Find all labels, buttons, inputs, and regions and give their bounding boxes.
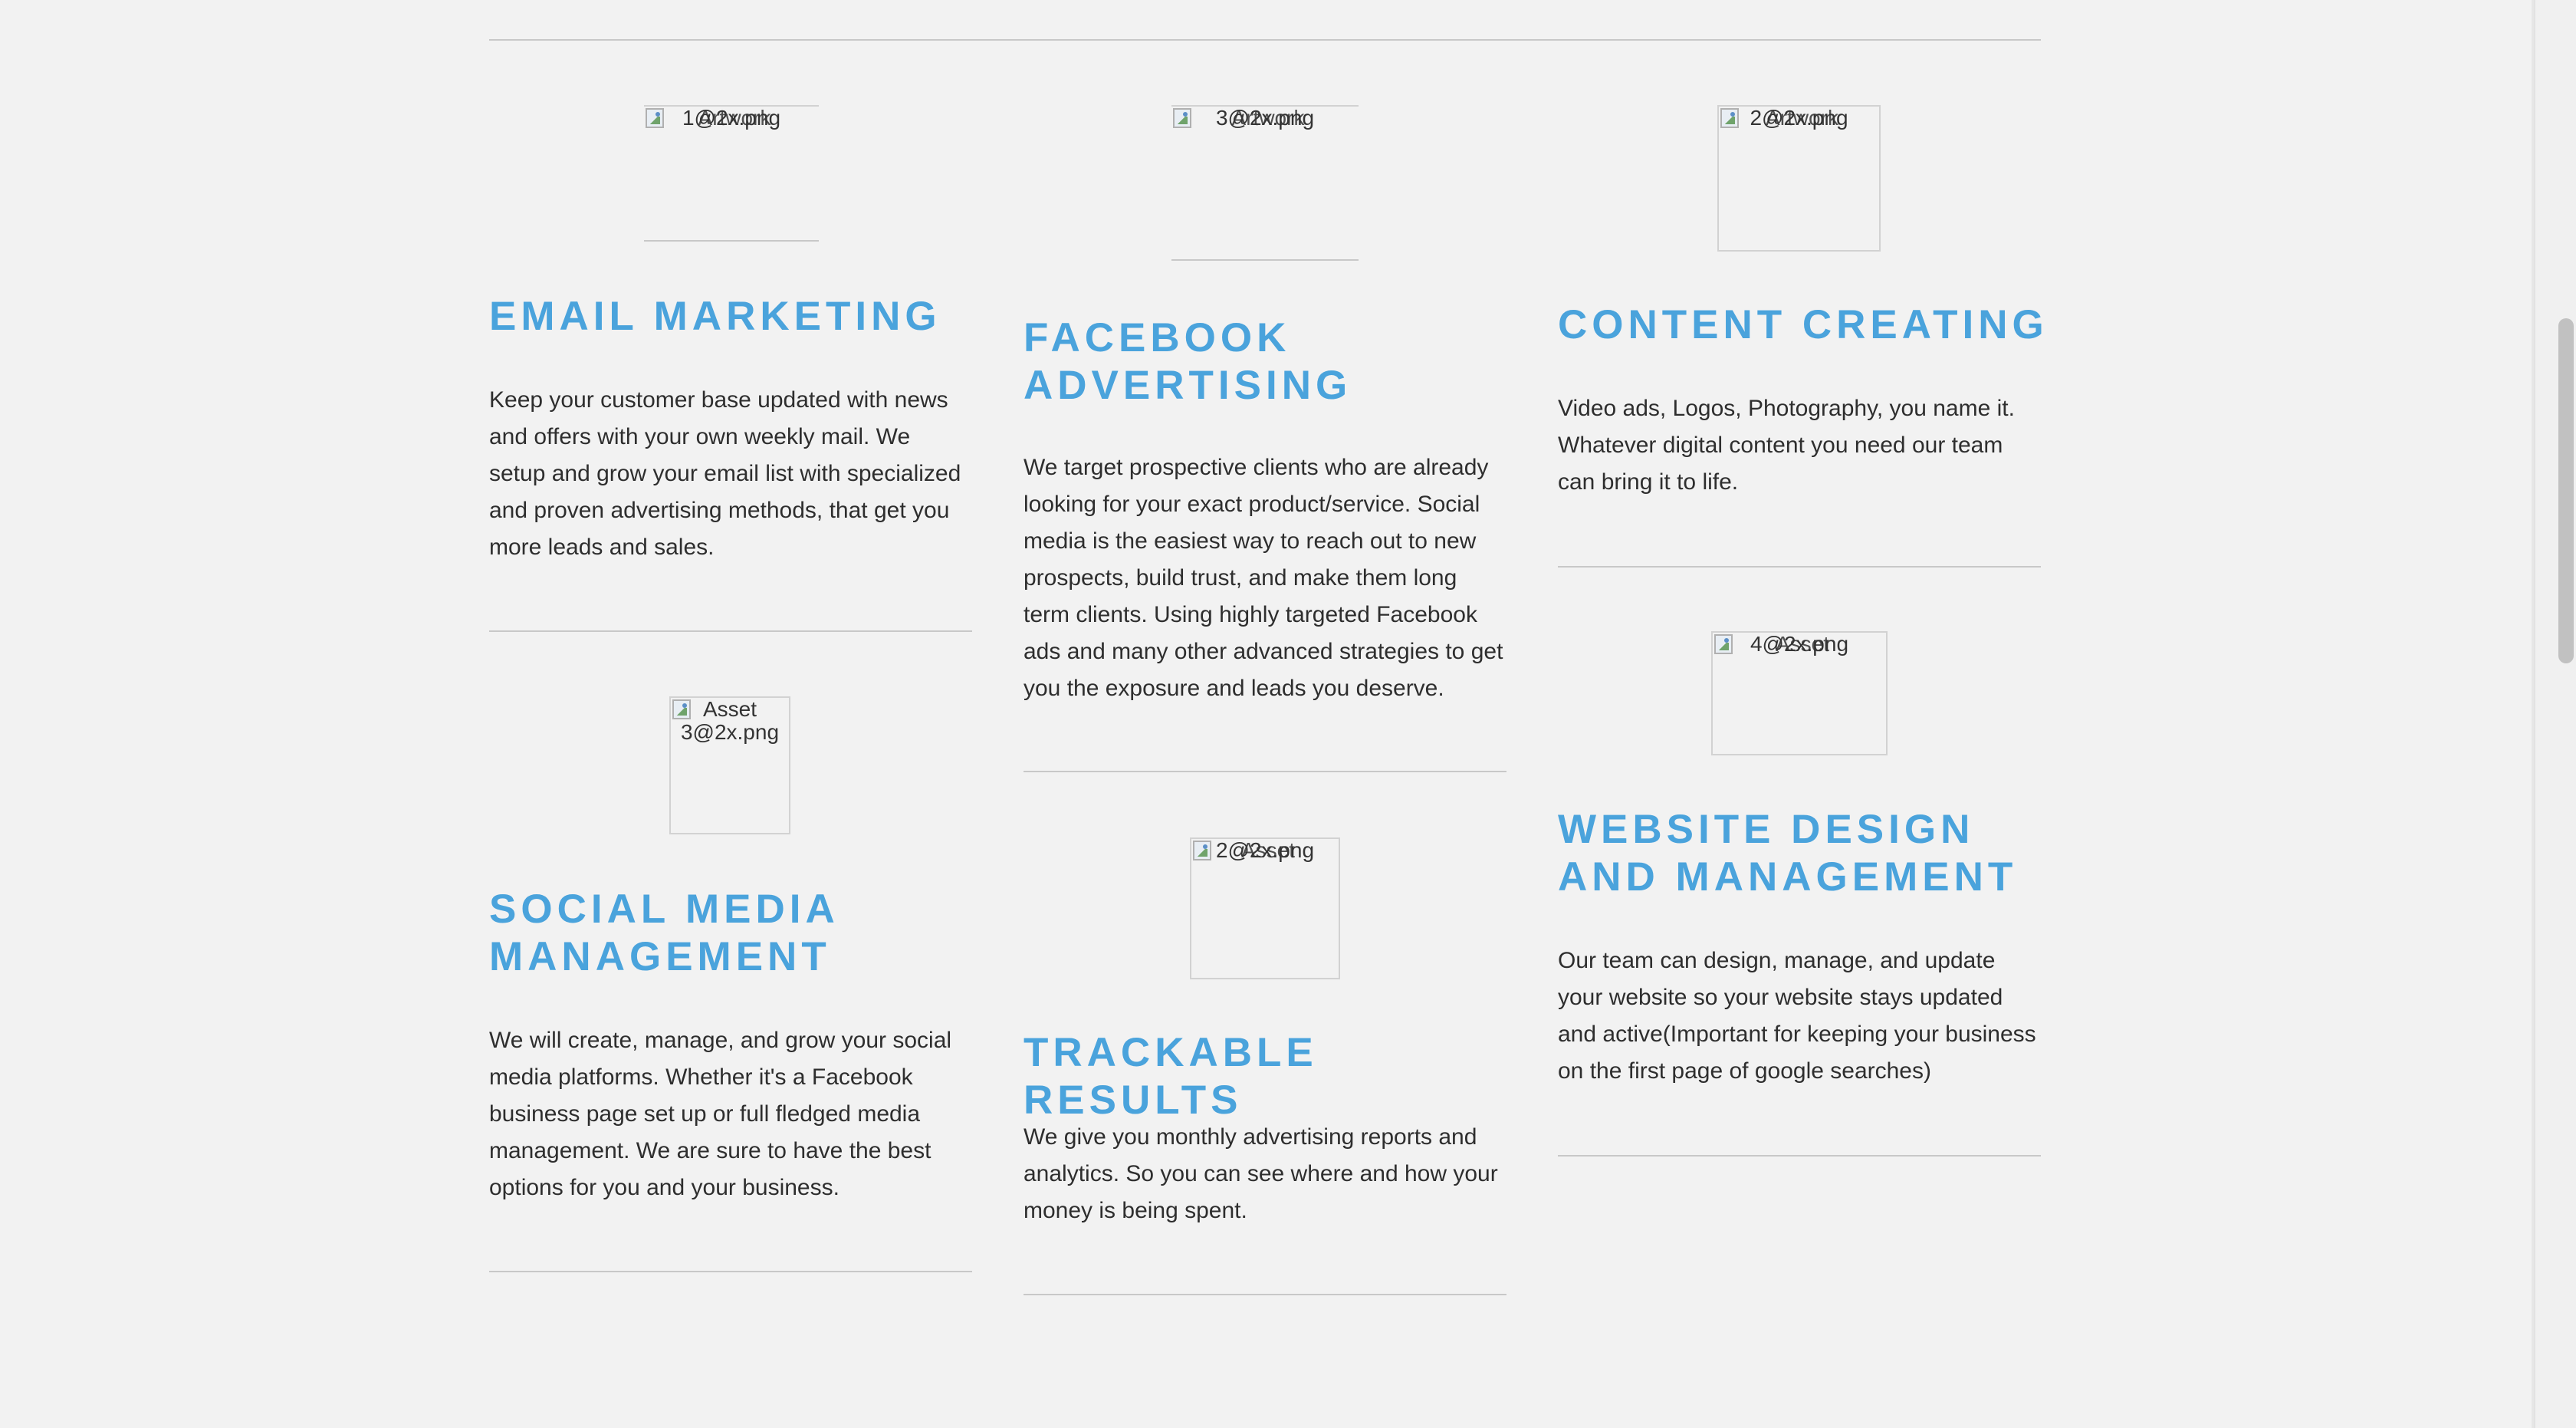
social-media-description: We will create, manage, and grow your so… bbox=[489, 1028, 952, 1200]
website-design-title: WEBSITE DESIGN AND MANAGEMENT bbox=[1558, 807, 2018, 900]
email-marketing-title: EMAIL MARKETING bbox=[489, 294, 941, 339]
card-divider bbox=[1024, 1294, 1506, 1295]
scrollbar-thumb[interactable] bbox=[2558, 318, 2574, 663]
social-media-title: SOCIAL MEDIA MANAGEMENT bbox=[489, 887, 838, 979]
content-service-image: 2@2x.png Artwork bbox=[1717, 105, 1881, 252]
facebook-advertising-description: We target prospective clients who are al… bbox=[1024, 455, 1503, 701]
website-design-description: Our team can design, manage, and update … bbox=[1558, 948, 2036, 1084]
image-bottom-rule bbox=[644, 240, 819, 242]
email-service-image: 1@2x.png Artwork bbox=[644, 105, 819, 136]
trackable-results-description: We give you monthly advertising reports … bbox=[1024, 1124, 1498, 1223]
website-service-image: 4@2x.png Asset bbox=[1711, 631, 1888, 755]
services-page: 1@2x.png Artwork EMAIL MARKETING Keep yo… bbox=[0, 0, 2576, 1428]
card-divider bbox=[489, 630, 972, 632]
image-alt-text-overlap: Asset bbox=[1240, 838, 1296, 862]
image-bottom-rule bbox=[1171, 259, 1359, 261]
trackable-service-image: 2@2x.png Asset bbox=[1190, 837, 1340, 979]
facebook-service-image: 3@2x.png Artwork bbox=[1171, 105, 1359, 136]
content-creating-description: Video ads, Logos, Photography, you name … bbox=[1558, 396, 2015, 495]
card-divider bbox=[489, 1271, 972, 1272]
card-divider bbox=[1558, 1155, 2041, 1157]
image-alt-text-overlap: Asset bbox=[1775, 632, 1830, 656]
content-creating-title: CONTENT CREATING bbox=[1558, 302, 2049, 347]
image-alt-text-overlap: Artwork bbox=[1231, 106, 1305, 130]
trackable-results-title: TRACKABLE RESULTS bbox=[1024, 1030, 1318, 1123]
card-divider bbox=[1558, 566, 2041, 568]
card-divider bbox=[1024, 771, 1506, 772]
image-alt-text-overlap: Artwork bbox=[698, 106, 771, 130]
email-marketing-description: Keep your customer base updated with new… bbox=[489, 387, 961, 560]
social-service-image: Asset 3@2x.png bbox=[669, 696, 790, 834]
image-alt-text: Asset 3@2x.png bbox=[680, 697, 780, 744]
image-alt-text-overlap: Artwork bbox=[1766, 106, 1838, 130]
facebook-advertising-title: FACEBOOK ADVERTISING bbox=[1024, 315, 1352, 408]
top-divider bbox=[489, 39, 2041, 41]
vertical-scrollbar[interactable] bbox=[2534, 0, 2576, 1428]
